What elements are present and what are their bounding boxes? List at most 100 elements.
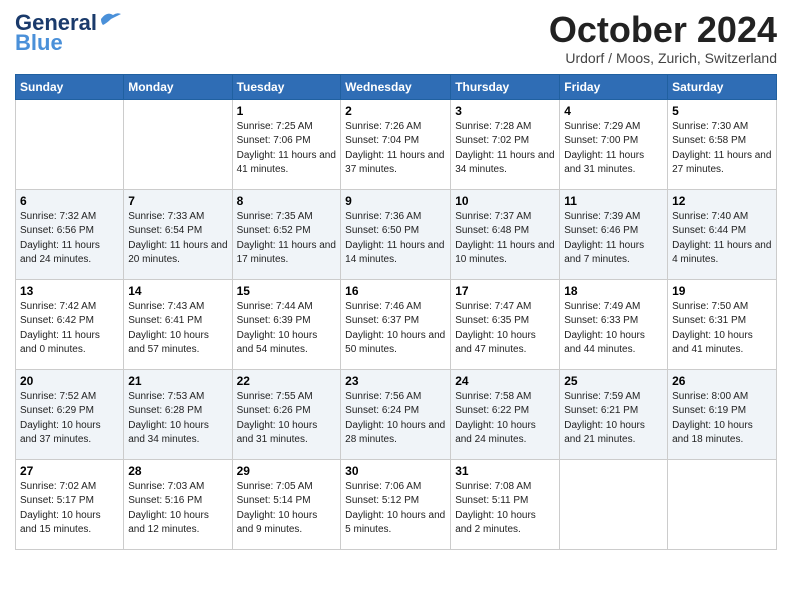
logo-blue: Blue — [15, 30, 63, 56]
day-number: 13 — [20, 284, 119, 298]
table-row: 9 Sunrise: 7:36 AMSunset: 6:50 PMDaylight… — [341, 189, 451, 279]
table-row: 8Sunrise: 7:35 AMSunset: 6:52 PMDaylight… — [232, 189, 341, 279]
table-row: 6 Sunrise: 7:32 AMSunset: 6:56 PMDaylight… — [16, 189, 124, 279]
page-header: General Blue October 2024 Urdorf / Moos,… — [15, 10, 777, 66]
day-number: 26 — [672, 374, 772, 388]
table-row: 16 Sunrise: 7:46 AMSunset: 6:37 PMDayligh… — [341, 279, 451, 369]
calendar-table: Sunday Monday Tuesday Wednesday Thursday… — [15, 74, 777, 550]
day-detail: Sunrise: 7:06 AMSunset: 5:12 PMDaylight:… — [345, 480, 446, 538]
page-container: General Blue October 2024 Urdorf / Moos,… — [0, 0, 792, 560]
day-detail: Sunrise: 7:02 AMSunset: 5:17 PMDaylight:… — [20, 480, 119, 538]
day-number: 15 — [237, 284, 337, 298]
table-row: 29 Sunrise: 7:05 AMSunset: 5:14 PMDayligh… — [232, 459, 341, 549]
day-detail: Sunrise: 7:32 AMSunset: 6:56 PMDaylight:… — [20, 210, 119, 268]
day-number: 28 — [128, 464, 227, 478]
day-number: 1 — [237, 104, 337, 118]
table-row: 12 Sunrise: 7:40 AMSunset: 6:44 PMDayligh… — [668, 189, 777, 279]
day-number: 18 — [564, 284, 663, 298]
table-row: 20 Sunrise: 7:52 AMSunset: 6:29 PMDayligh… — [16, 369, 124, 459]
day-detail: Sunrise: 7:33 AMSunset: 6:54 PMDaylight:… — [128, 210, 227, 268]
day-detail: Sunrise: 7:08 AMSunset: 5:11 PMDaylight:… — [455, 480, 555, 538]
table-row: 17Sunrise: 7:47 AMSunset: 6:35 PMDayligh… — [451, 279, 560, 369]
day-detail: Sunrise: 7:47 AMSunset: 6:35 PMDaylight:… — [455, 300, 555, 358]
day-number: 29 — [237, 464, 337, 478]
day-detail: Sunrise: 7:05 AMSunset: 5:14 PMDaylight:… — [237, 480, 337, 538]
day-detail: Sunrise: 7:36 AMSunset: 6:50 PMDaylight:… — [345, 210, 446, 268]
header-row: Sunday Monday Tuesday Wednesday Thursday… — [16, 74, 777, 99]
table-row: 25 Sunrise: 7:59 AMSunset: 6:21 PMDayligh… — [560, 369, 668, 459]
day-number: 24 — [455, 374, 555, 388]
logo-bird-icon — [99, 11, 121, 27]
table-row: 27 Sunrise: 7:02 AMSunset: 5:17 PMDayligh… — [16, 459, 124, 549]
day-number: 12 — [672, 194, 772, 208]
table-row: 15 Sunrise: 7:44 AMSunset: 6:39 PMDayligh… — [232, 279, 341, 369]
day-detail: Sunrise: 7:43 AMSunset: 6:41 PMDaylight:… — [128, 300, 227, 358]
table-row: 18 Sunrise: 7:49 AMSunset: 6:33 PMDayligh… — [560, 279, 668, 369]
day-number: 3 — [455, 104, 555, 118]
day-number: 7 — [128, 194, 227, 208]
table-row: 28 Sunrise: 7:03 AMSunset: 5:16 PMDayligh… — [124, 459, 232, 549]
location: Urdorf / Moos, Zurich, Switzerland — [549, 50, 777, 66]
day-detail: Sunrise: 7:39 AMSunset: 6:46 PMDaylight:… — [564, 210, 663, 268]
day-detail: Sunrise: 7:52 AMSunset: 6:29 PMDaylight:… — [20, 390, 119, 448]
day-detail: Sunrise: 7:37 AMSunset: 6:48 PMDaylight:… — [455, 210, 555, 268]
day-detail: Sunrise: 7:44 AMSunset: 6:39 PMDaylight:… — [237, 300, 337, 358]
day-detail: Sunrise: 7:46 AMSunset: 6:37 PMDaylight:… — [345, 300, 446, 358]
table-row: 26 Sunrise: 8:00 AMSunset: 6:19 PMDayligh… — [668, 369, 777, 459]
col-saturday: Saturday — [668, 74, 777, 99]
day-detail: Sunrise: 7:56 AMSunset: 6:24 PMDaylight:… — [345, 390, 446, 448]
day-number: 20 — [20, 374, 119, 388]
col-friday: Friday — [560, 74, 668, 99]
day-number: 27 — [20, 464, 119, 478]
table-row: 21Sunrise: 7:53 AMSunset: 6:28 PMDayligh… — [124, 369, 232, 459]
day-number: 10 — [455, 194, 555, 208]
day-number: 21 — [128, 374, 227, 388]
day-number: 4 — [564, 104, 663, 118]
logo: General Blue — [15, 10, 121, 56]
day-number: 6 — [20, 194, 119, 208]
day-detail: Sunrise: 8:00 AMSunset: 6:19 PMDaylight:… — [672, 390, 772, 448]
table-row: 5 Sunrise: 7:30 AMSunset: 6:58 PMDaylight… — [668, 99, 777, 189]
table-row — [668, 459, 777, 549]
table-row — [124, 99, 232, 189]
table-row: 13 Sunrise: 7:42 AMSunset: 6:42 PMDayligh… — [16, 279, 124, 369]
col-wednesday: Wednesday — [341, 74, 451, 99]
day-number: 23 — [345, 374, 446, 388]
month-title: October 2024 — [549, 10, 777, 50]
day-detail: Sunrise: 7:03 AMSunset: 5:16 PMDaylight:… — [128, 480, 227, 538]
table-row: 30 Sunrise: 7:06 AMSunset: 5:12 PMDayligh… — [341, 459, 451, 549]
day-number: 19 — [672, 284, 772, 298]
day-detail: Sunrise: 7:29 AMSunset: 7:00 PMDaylight:… — [564, 120, 663, 178]
col-monday: Monday — [124, 74, 232, 99]
table-row: 24 Sunrise: 7:58 AMSunset: 6:22 PMDayligh… — [451, 369, 560, 459]
table-row: 14Sunrise: 7:43 AMSunset: 6:41 PMDayligh… — [124, 279, 232, 369]
day-number: 5 — [672, 104, 772, 118]
table-row: 3Sunrise: 7:28 AMSunset: 7:02 PMDaylight… — [451, 99, 560, 189]
day-detail: Sunrise: 7:50 AMSunset: 6:31 PMDaylight:… — [672, 300, 772, 358]
day-detail: Sunrise: 7:26 AMSunset: 7:04 PMDaylight:… — [345, 120, 446, 178]
day-number: 16 — [345, 284, 446, 298]
day-number: 31 — [455, 464, 555, 478]
day-detail: Sunrise: 7:40 AMSunset: 6:44 PMDaylight:… — [672, 210, 772, 268]
day-number: 30 — [345, 464, 446, 478]
day-number: 9 — [345, 194, 446, 208]
table-row: 10 Sunrise: 7:37 AMSunset: 6:48 PMDayligh… — [451, 189, 560, 279]
day-number: 25 — [564, 374, 663, 388]
day-detail: Sunrise: 7:42 AMSunset: 6:42 PMDaylight:… — [20, 300, 119, 358]
day-detail: Sunrise: 7:49 AMSunset: 6:33 PMDaylight:… — [564, 300, 663, 358]
table-row: 23 Sunrise: 7:56 AMSunset: 6:24 PMDayligh… — [341, 369, 451, 459]
day-number: 2 — [345, 104, 446, 118]
day-detail: Sunrise: 7:35 AMSunset: 6:52 PMDaylight:… — [237, 210, 337, 268]
table-row: 19 Sunrise: 7:50 AMSunset: 6:31 PMDayligh… — [668, 279, 777, 369]
day-detail: Sunrise: 7:59 AMSunset: 6:21 PMDaylight:… — [564, 390, 663, 448]
day-detail: Sunrise: 7:25 AMSunset: 7:06 PMDaylight:… — [237, 120, 337, 178]
table-row: 2 Sunrise: 7:26 AMSunset: 7:04 PMDaylight… — [341, 99, 451, 189]
day-detail: Sunrise: 7:55 AMSunset: 6:26 PMDaylight:… — [237, 390, 337, 448]
table-row — [16, 99, 124, 189]
day-detail: Sunrise: 7:30 AMSunset: 6:58 PMDaylight:… — [672, 120, 772, 178]
day-detail: Sunrise: 7:58 AMSunset: 6:22 PMDaylight:… — [455, 390, 555, 448]
table-row: 22Sunrise: 7:55 AMSunset: 6:26 PMDayligh… — [232, 369, 341, 459]
col-sunday: Sunday — [16, 74, 124, 99]
table-row: 11Sunrise: 7:39 AMSunset: 6:46 PMDayligh… — [560, 189, 668, 279]
title-block: October 2024 Urdorf / Moos, Zurich, Swit… — [549, 10, 777, 66]
